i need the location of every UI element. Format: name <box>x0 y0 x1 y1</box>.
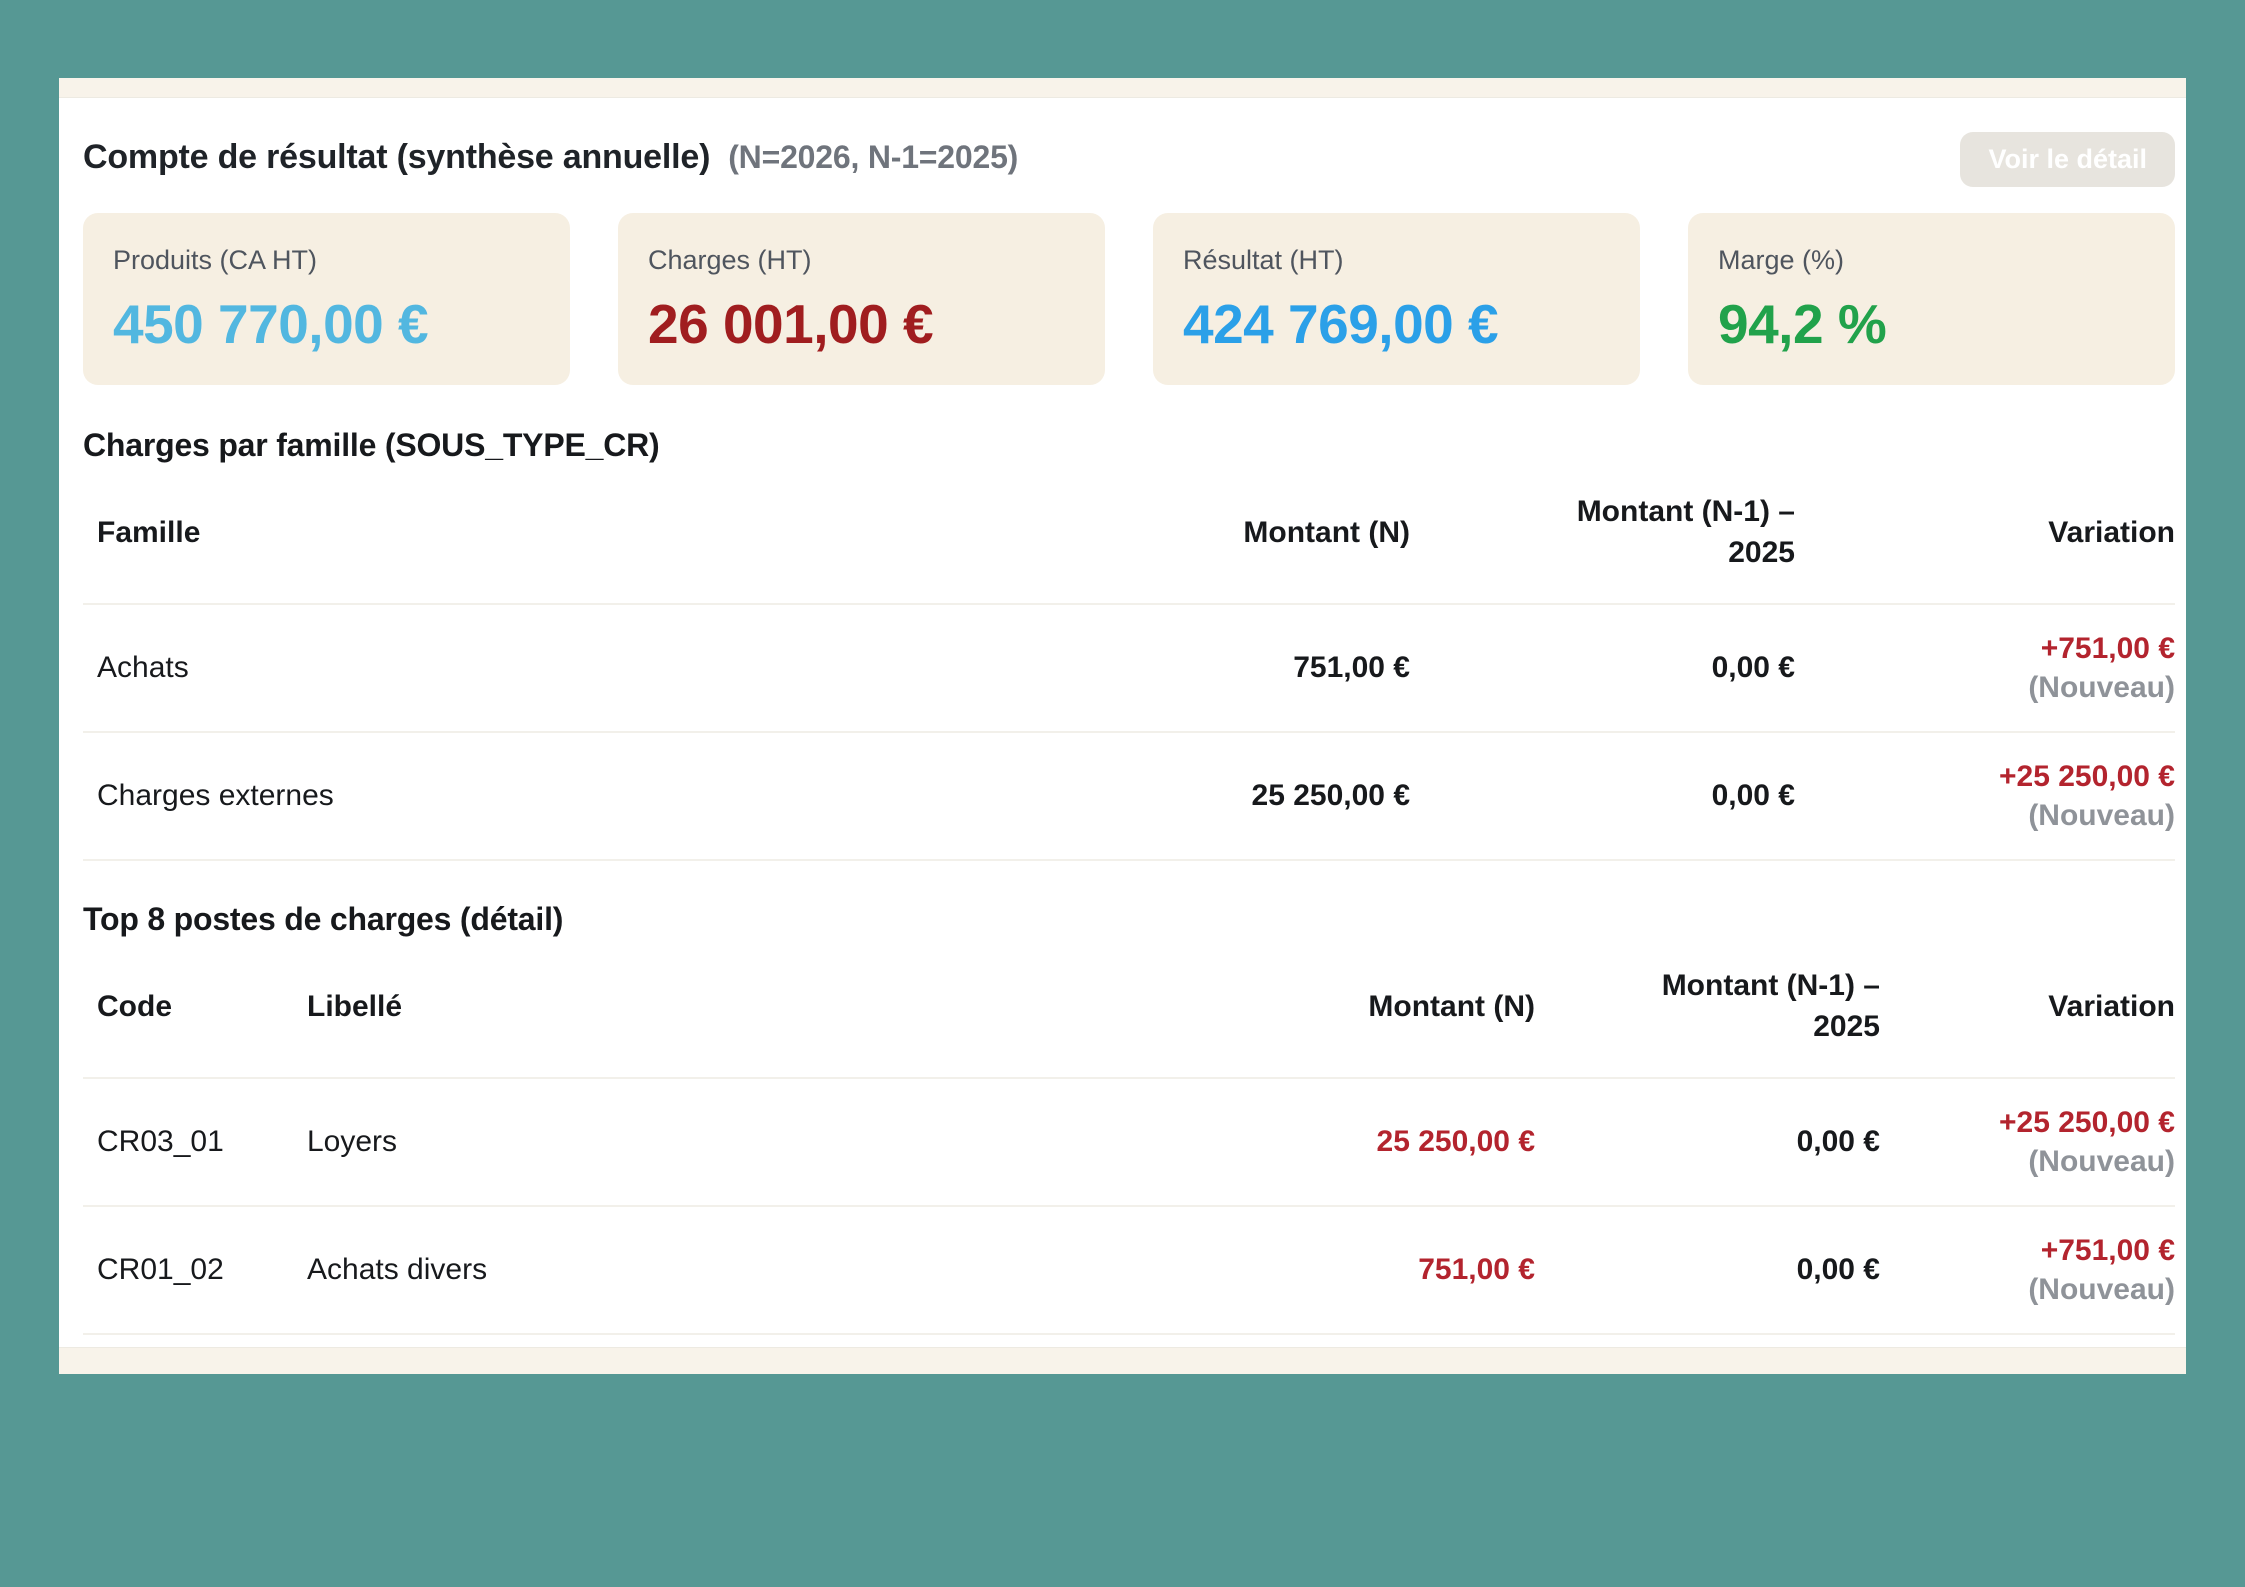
cell-montant-n: 751,00 € <box>1075 1206 1535 1334</box>
cell-montant-n1: 0,00 € <box>1535 1078 1880 1206</box>
kpi-label: Produits (CA HT) <box>113 245 540 276</box>
report-header: Compte de résultat (synthèse annuelle) (… <box>83 138 2175 187</box>
cell-famille: Charges externes <box>83 732 1080 860</box>
kpi-label: Charges (HT) <box>648 245 1075 276</box>
kpi-card-resultat: Résultat (HT) 424 769,00 € <box>1153 213 1640 385</box>
charges-par-famille-title: Charges par famille (SOUS_TYPE_CR) <box>83 427 2175 464</box>
kpi-value: 450 770,00 € <box>113 292 540 356</box>
cell-montant-n1: 0,00 € <box>1535 1206 1880 1334</box>
top-postes-title: Top 8 postes de charges (détail) <box>83 901 2175 938</box>
cell-variation: +25 250,00 € (Nouveau) <box>1880 1078 2175 1206</box>
variation-amount: +25 250,00 € <box>1795 757 2175 796</box>
cell-libelle: Loyers <box>293 1078 1075 1206</box>
cell-libelle: Achats divers <box>293 1206 1075 1334</box>
column-header-code: Code <box>83 938 293 1078</box>
kpi-grid: Produits (CA HT) 450 770,00 € Charges (H… <box>83 213 2175 385</box>
kpi-value: 424 769,00 € <box>1183 292 1610 356</box>
page-background: { "report": { "title": "Compte de résult… <box>0 0 2245 1587</box>
column-header-variation: Variation <box>1880 938 2175 1078</box>
table-row: Charges externes 25 250,00 € 0,00 € +25 … <box>83 732 2175 860</box>
column-header-montant-n: Montant (N) <box>1075 938 1535 1078</box>
cell-famille: Achats <box>83 604 1080 732</box>
cell-montant-n: 25 250,00 € <box>1075 1078 1535 1206</box>
column-header-variation: Variation <box>1795 464 2175 604</box>
cell-variation: +25 250,00 € (Nouveau) <box>1795 732 2175 860</box>
table-row: Achats 751,00 € 0,00 € +751,00 € (Nouvea… <box>83 604 2175 732</box>
kpi-card-produits: Produits (CA HT) 450 770,00 € <box>83 213 570 385</box>
column-header-libelle: Libellé <box>293 938 1075 1078</box>
top-postes-table: Code Libellé Montant (N) Montant (N-1) –… <box>83 938 2175 1335</box>
cell-variation: +751,00 € (Nouveau) <box>1795 604 2175 732</box>
report-title: Compte de résultat (synthèse annuelle) <box>83 138 710 177</box>
report-period: (N=2026, N-1=2025) <box>728 139 1018 176</box>
variation-note: (Nouveau) <box>1880 1142 2175 1181</box>
column-header-montant-n1: Montant (N-1) – 2025 <box>1410 464 1795 604</box>
table-row: CR03_01 Loyers 25 250,00 € 0,00 € +25 25… <box>83 1078 2175 1206</box>
kpi-label: Résultat (HT) <box>1183 245 1610 276</box>
variation-note: (Nouveau) <box>1795 668 2175 707</box>
variation-amount: +25 250,00 € <box>1880 1103 2175 1142</box>
column-header-famille: Famille <box>83 464 1080 604</box>
kpi-value: 94,2 % <box>1718 292 2145 356</box>
cell-montant-n: 25 250,00 € <box>1080 732 1410 860</box>
cell-code: CR03_01 <box>83 1078 293 1206</box>
kpi-value: 26 001,00 € <box>648 292 1075 356</box>
kpi-label: Marge (%) <box>1718 245 2145 276</box>
table-header-row: Code Libellé Montant (N) Montant (N-1) –… <box>83 938 2175 1078</box>
cell-variation: +751,00 € (Nouveau) <box>1880 1206 2175 1334</box>
column-header-montant-n1: Montant (N-1) – 2025 <box>1535 938 1880 1078</box>
variation-amount: +751,00 € <box>1880 1231 2175 1270</box>
content-panel: Compte de résultat (synthèse annuelle) (… <box>59 78 2186 1374</box>
variation-note: (Nouveau) <box>1880 1270 2175 1309</box>
cell-montant-n: 751,00 € <box>1080 604 1410 732</box>
cell-montant-n1: 0,00 € <box>1410 604 1795 732</box>
kpi-card-marge: Marge (%) 94,2 % <box>1688 213 2175 385</box>
cell-montant-n1: 0,00 € <box>1410 732 1795 860</box>
top-postes-section: Top 8 postes de charges (détail) Code Li… <box>83 901 2175 1335</box>
charges-par-famille-section: Charges par famille (SOUS_TYPE_CR) Famil… <box>83 427 2175 861</box>
charges-par-famille-table: Famille Montant (N) Montant (N-1) – 2025… <box>83 464 2175 861</box>
table-header-row: Famille Montant (N) Montant (N-1) – 2025… <box>83 464 2175 604</box>
variation-amount: +751,00 € <box>1795 629 2175 668</box>
table-row: CR01_02 Achats divers 751,00 € 0,00 € +7… <box>83 1206 2175 1334</box>
kpi-card-charges: Charges (HT) 26 001,00 € <box>618 213 1105 385</box>
variation-note: (Nouveau) <box>1795 796 2175 835</box>
column-header-montant-n: Montant (N) <box>1080 464 1410 604</box>
cell-code: CR01_02 <box>83 1206 293 1334</box>
report-title-group: Compte de résultat (synthèse annuelle) (… <box>83 138 1018 177</box>
report-card: Compte de résultat (synthèse annuelle) (… <box>59 97 2186 1348</box>
view-detail-button[interactable]: Voir le détail <box>1960 132 2175 187</box>
